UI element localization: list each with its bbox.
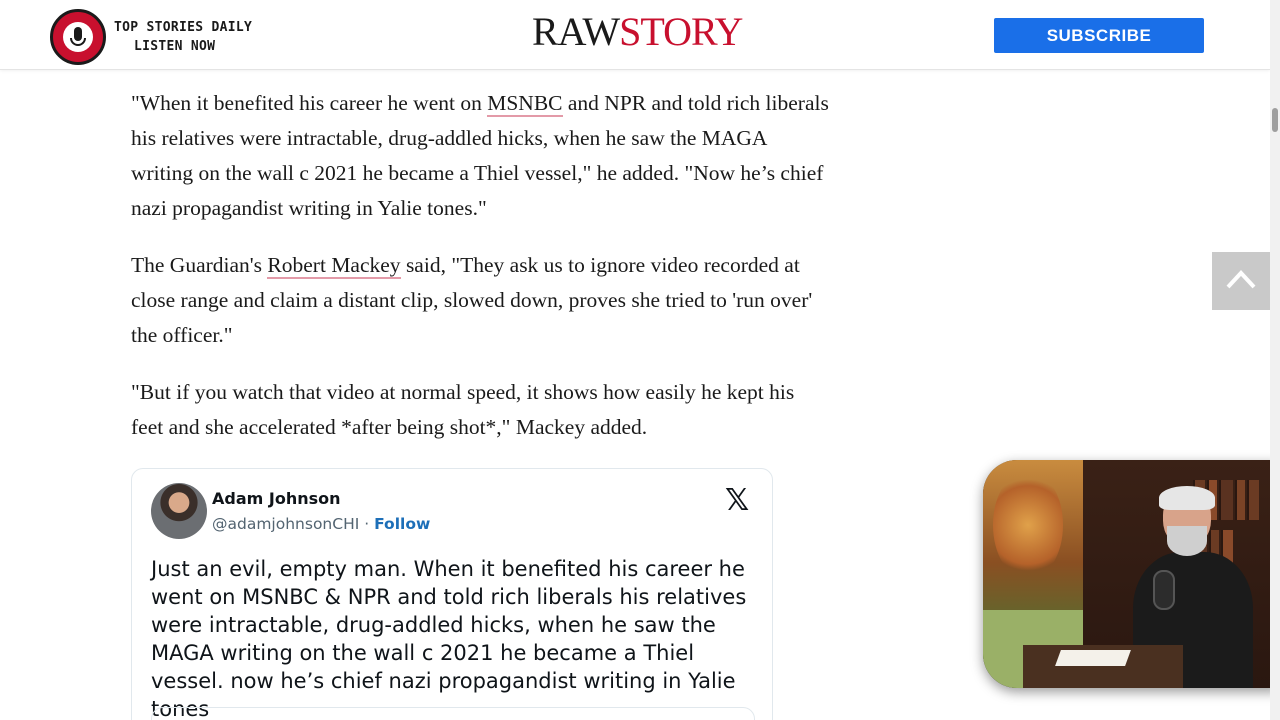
msnbc-link[interactable]: MSNBC bbox=[487, 91, 563, 117]
site-logo[interactable]: RAW STORY bbox=[532, 8, 743, 54]
microphone-icon bbox=[1153, 570, 1175, 610]
robert-mackey-link[interactable]: Robert Mackey bbox=[267, 253, 401, 279]
podcast-title: TOP STORIES DAILY bbox=[114, 20, 253, 35]
page-scrollbar[interactable] bbox=[1270, 0, 1280, 720]
paragraph-text: "When it benefited his career he went on bbox=[131, 91, 488, 115]
chevron-up-icon bbox=[1226, 270, 1256, 289]
tweet-handle-row: @adamjohnsonCHI · Follow bbox=[212, 515, 430, 533]
article-paragraph-3: "But if you watch that video at normal s… bbox=[131, 380, 795, 439]
podcast-promo[interactable]: TOP STORIES DAILY LISTEN NOW bbox=[50, 9, 252, 65]
tweet-text: Just an evil, empty man. When it benefit… bbox=[151, 557, 747, 720]
subscribe-button[interactable]: SUBSCRIBE bbox=[994, 18, 1204, 53]
podcast-text: TOP STORIES DAILY LISTEN NOW bbox=[114, 18, 252, 56]
article-body: "When it benefited his career he went on… bbox=[131, 86, 831, 467]
scrollbar-thumb[interactable] bbox=[1272, 108, 1278, 132]
back-to-top-button[interactable] bbox=[1212, 252, 1270, 310]
embedded-tweet[interactable]: Adam Johnson @adamjohnsonCHI · Follow 𝕏 … bbox=[131, 468, 773, 720]
podcast-microphone-icon bbox=[50, 9, 106, 65]
separator: · bbox=[359, 515, 375, 533]
tweet-handle[interactable]: @adamjohnsonCHI bbox=[212, 515, 359, 533]
article-paragraph-2: The Guardian's Robert Mackey said, "They… bbox=[131, 248, 831, 353]
paragraph-text: The Guardian's bbox=[131, 253, 268, 277]
avatar[interactable] bbox=[151, 483, 207, 539]
article-paragraph-1: "When it benefited his career he went on… bbox=[131, 86, 831, 226]
logo-story: STORY bbox=[619, 9, 743, 54]
follow-button[interactable]: Follow bbox=[374, 515, 430, 533]
tweet-author-name[interactable]: Adam Johnson bbox=[212, 489, 341, 508]
video-player-overlay[interactable] bbox=[983, 460, 1280, 688]
tweet-quote-card[interactable] bbox=[151, 707, 755, 720]
x-logo-icon[interactable]: 𝕏 bbox=[725, 483, 749, 518]
logo-raw: RAW bbox=[532, 9, 620, 54]
paper bbox=[1055, 650, 1131, 666]
site-header: TOP STORIES DAILY LISTEN NOW RAW STORY SU… bbox=[0, 0, 1270, 70]
podcast-cta: LISTEN NOW bbox=[134, 39, 216, 54]
